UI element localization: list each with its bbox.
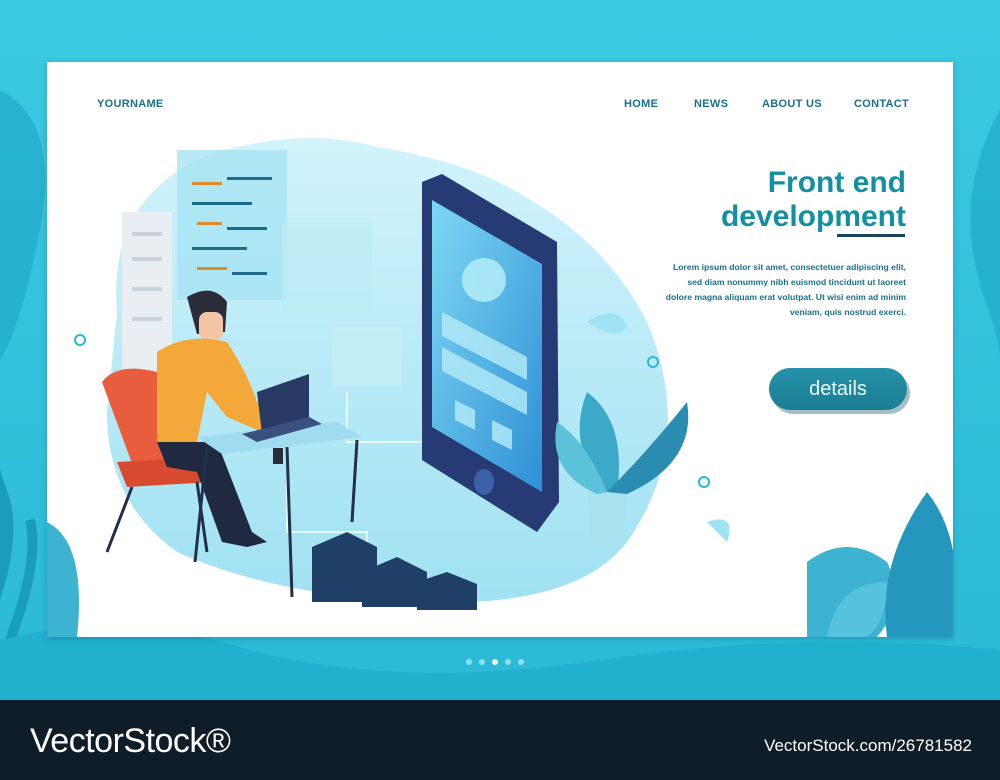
pagination-dot-5[interactable]: [518, 659, 524, 665]
watermark-bar: VectorStock® VectorStock.com/26781582: [0, 700, 1000, 780]
watermark-id: VectorStock.com/26781582: [764, 736, 972, 755]
pagination-dot-4[interactable]: [505, 659, 511, 665]
watermark-logo: VectorStock®: [30, 722, 231, 760]
pagination-dot-3[interactable]: [492, 659, 498, 665]
hero-description: Lorem ipsum dolor sit amet, consectetuer…: [665, 262, 906, 317]
details-button[interactable]: details: [769, 368, 907, 410]
pagination-dot-2[interactable]: [479, 659, 485, 665]
developer-illustration: [47, 138, 953, 637]
title-underline: [837, 234, 905, 237]
pagination-dots: [466, 652, 531, 670]
pagination-dot-1[interactable]: [466, 659, 472, 665]
title-line-1: Front end: [767, 166, 906, 199]
title-line-2: development: [720, 200, 906, 233]
landing-card: YOURNAME HOME NEWS ABOUT US CONTACT Fron…: [47, 62, 953, 637]
page-title: Front end development: [721, 166, 906, 234]
